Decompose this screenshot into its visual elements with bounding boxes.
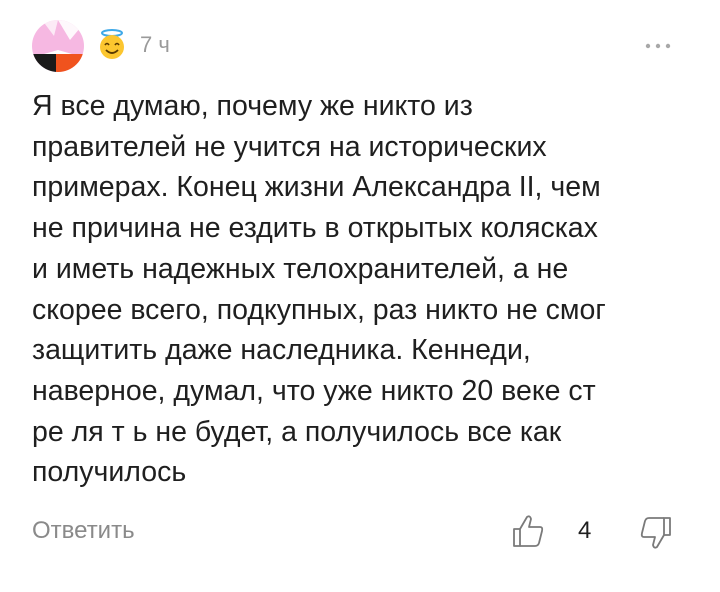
comment: 7 ч Я все думаю, почему же никто из прав… bbox=[0, 0, 720, 592]
comment-time: 7 ч bbox=[140, 32, 170, 57]
avatar[interactable] bbox=[32, 20, 84, 72]
comment-header: 7 ч bbox=[32, 20, 682, 72]
angel-smiley-icon bbox=[100, 29, 124, 59]
more-dots-icon[interactable] bbox=[638, 36, 678, 56]
rating-count: 4 bbox=[578, 517, 592, 544]
thumbs-down-icon[interactable] bbox=[636, 512, 676, 552]
reply-button[interactable]: Ответить bbox=[32, 516, 135, 546]
thumbs-up-icon[interactable] bbox=[508, 512, 548, 552]
comment-actions: Ответить 4 bbox=[32, 508, 682, 556]
comment-text: Я все думаю, почему же никто из правител… bbox=[32, 90, 606, 489]
